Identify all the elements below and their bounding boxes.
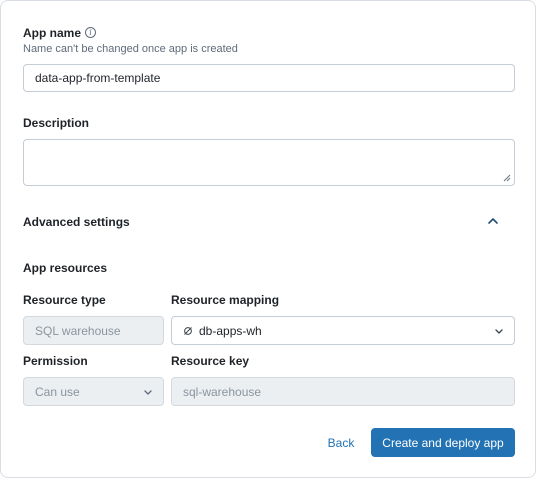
resource-key-field: sql-warehouse (171, 377, 515, 406)
app-resources-title: App resources (23, 261, 108, 275)
create-app-form: App name i Name can't be changed once app… (0, 0, 536, 478)
description-textarea[interactable] (23, 139, 515, 186)
resource-mapping-label: Resource mapping (171, 293, 280, 307)
info-icon[interactable]: i (85, 27, 97, 39)
permission-label: Permission (23, 354, 88, 368)
app-name-hint: Name can't be changed once app is create… (23, 43, 238, 55)
resource-key-label: Resource key (171, 354, 250, 368)
permission-value: Can use (35, 384, 80, 399)
permission-select: Can use (23, 377, 164, 406)
resource-type-field: SQL warehouse (23, 316, 164, 345)
advanced-settings-label[interactable]: Advanced settings (23, 214, 130, 230)
app-name-label-row: App name i (23, 25, 97, 41)
resource-mapping-value: db-apps-wh (199, 323, 262, 338)
resource-type-label: Resource type (23, 293, 106, 307)
app-name-value: data-app-from-template (35, 71, 161, 85)
warehouse-icon (184, 326, 192, 335)
resource-type-value: SQL warehouse (35, 323, 121, 338)
chevron-down-icon (495, 328, 503, 334)
resize-handle-icon[interactable] (503, 174, 511, 182)
chevron-down-icon (144, 389, 152, 395)
app-name-label: App name (23, 26, 82, 40)
description-label: Description (23, 116, 90, 130)
resource-key-value: sql-warehouse (183, 384, 262, 399)
chevron-up-icon[interactable] (487, 215, 499, 227)
back-button[interactable]: Back (319, 429, 363, 457)
app-name-input[interactable]: data-app-from-template (23, 64, 515, 92)
resource-mapping-select[interactable]: db-apps-wh (171, 316, 515, 345)
create-and-deploy-button[interactable]: Create and deploy app (371, 428, 515, 457)
